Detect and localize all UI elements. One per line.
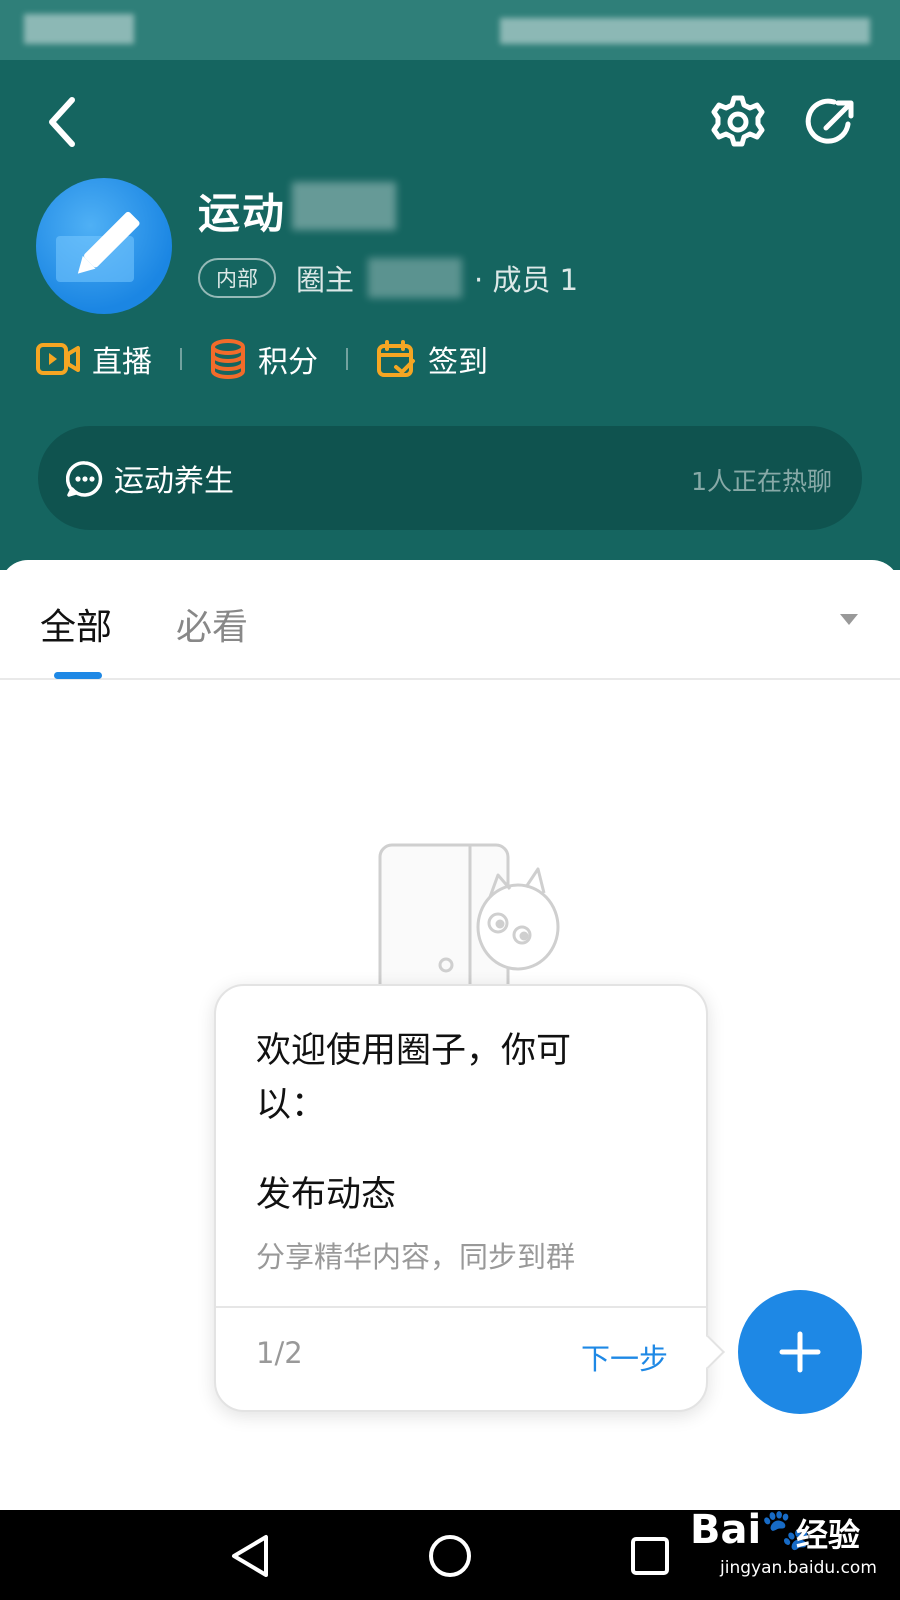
live-label: 直播 bbox=[92, 345, 152, 380]
chat-name: 运动养生 bbox=[114, 464, 234, 499]
live-button[interactable]: 直播 bbox=[36, 337, 152, 381]
owner-name-redacted bbox=[368, 258, 463, 298]
group-chat-entry[interactable]: 运动养生 1人正在热聊 bbox=[38, 426, 862, 530]
calendar-check-icon bbox=[377, 340, 415, 377]
back-button[interactable] bbox=[30, 90, 94, 154]
member-count[interactable]: · 成员 1 bbox=[474, 257, 578, 299]
empty-state-illustration bbox=[378, 843, 560, 985]
guide-description: 分享精华内容，同步到群 bbox=[256, 1240, 576, 1274]
tab-must-see[interactable]: 必看 bbox=[176, 598, 248, 650]
settings-button[interactable] bbox=[706, 90, 770, 154]
content-sheet: 全部 必看 欢迎使用圈子，你可以： 发布动态 分享精华内容，同步到群 1/2 下… bbox=[0, 560, 900, 1510]
square-recents-icon bbox=[631, 1537, 669, 1575]
nav-recents-button[interactable] bbox=[622, 1528, 678, 1584]
guide-next-button[interactable]: 下一步 bbox=[581, 1336, 668, 1378]
guide-page-indicator: 1/2 bbox=[256, 1336, 303, 1370]
coins-icon bbox=[211, 339, 245, 379]
triangle-back-icon bbox=[232, 1535, 268, 1577]
chat-status: 1人正在热聊 bbox=[691, 467, 832, 496]
circle-home-icon bbox=[429, 1535, 471, 1577]
share-icon bbox=[805, 98, 854, 144]
video-icon bbox=[36, 343, 80, 375]
plus-icon bbox=[779, 1331, 821, 1373]
points-label: 积分 bbox=[258, 345, 318, 380]
caret-down-icon[interactable] bbox=[840, 614, 858, 625]
group-title: 运动 bbox=[198, 189, 287, 238]
group-avatar[interactable] bbox=[36, 178, 172, 314]
baidu-jingyan-watermark: Bai🐾 经验 jingyan.baidu.com bbox=[690, 1500, 900, 1590]
group-title-redacted bbox=[292, 182, 396, 230]
status-blur-left bbox=[24, 14, 134, 44]
status-bar bbox=[0, 0, 900, 60]
guide-divider bbox=[216, 1306, 706, 1308]
watermark-domain: jingyan.baidu.com bbox=[720, 1558, 877, 1578]
guide-pointer bbox=[691, 1335, 725, 1369]
tab-indicator bbox=[54, 672, 102, 679]
onboarding-popup: 欢迎使用圈子，你可以： 发布动态 分享精华内容，同步到群 1/2 下一步 bbox=[214, 984, 725, 1412]
action-row: 直播 积分 签到 bbox=[36, 334, 488, 384]
chevron-left-icon bbox=[49, 97, 75, 147]
guide-welcome-text: 欢迎使用圈子，你可以： bbox=[256, 1031, 572, 1125]
guide-heading: 发布动态 bbox=[256, 1175, 397, 1215]
owner-label: 圈主 bbox=[296, 263, 355, 297]
group-meta: 内部 圈主 · 成员 1 bbox=[198, 256, 578, 300]
nav-home-button[interactable] bbox=[422, 1528, 478, 1584]
share-button[interactable] bbox=[800, 90, 864, 154]
watermark-logo: Bai🐾 bbox=[690, 1507, 812, 1553]
group-header: 运动 内部 圈主 · 成员 1 直播 积分 签到 运动养生 1人正在热聊 bbox=[0, 60, 900, 570]
points-button[interactable]: 积分 bbox=[210, 337, 318, 381]
checkin-button[interactable]: 签到 bbox=[376, 337, 488, 381]
status-blur-right bbox=[500, 18, 870, 44]
chat-bubble-icon bbox=[66, 461, 103, 497]
action-divider bbox=[346, 348, 348, 370]
tab-bar: 全部 必看 bbox=[0, 560, 900, 680]
tab-all[interactable]: 全部 bbox=[40, 598, 112, 650]
pencil-icon bbox=[77, 211, 140, 274]
gear-icon bbox=[711, 95, 765, 147]
checkin-label: 签到 bbox=[428, 345, 488, 380]
action-divider bbox=[180, 348, 182, 370]
watermark-suffix: 经验 bbox=[796, 1516, 861, 1554]
add-post-button[interactable] bbox=[738, 1290, 862, 1414]
internal-tag: 内部 bbox=[198, 258, 276, 298]
nav-back-button[interactable] bbox=[222, 1528, 278, 1584]
